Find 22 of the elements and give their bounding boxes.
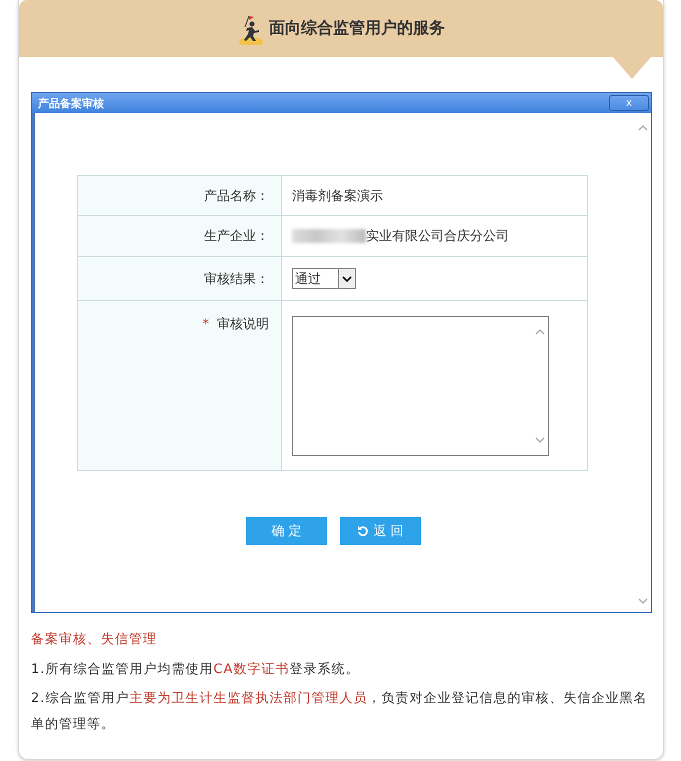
required-mark: * xyxy=(202,317,209,332)
field-label: 产品名称： xyxy=(204,188,269,204)
chevron-down-icon xyxy=(342,276,352,282)
field-label: 审核说明 xyxy=(217,316,269,333)
scroll-up-icon[interactable] xyxy=(535,328,545,334)
field-label: 审核结果： xyxy=(204,270,269,288)
confirm-button[interactable]: 确 定 xyxy=(246,517,327,545)
back-button[interactable]: 返 回 xyxy=(340,517,421,545)
field-label: 生产企业： xyxy=(204,228,269,245)
dialog-title: 产品备案审核 xyxy=(38,96,104,110)
refresh-icon xyxy=(357,525,370,537)
note-paragraph: 2.综合监管用户主要为卫生计生监督执法部门管理人员，负责对企业登记信息的审核、失信企业黑名单的管理等。 xyxy=(31,690,648,734)
close-button[interactable]: x xyxy=(609,95,649,111)
result-select[interactable]: 通过 xyxy=(292,268,356,289)
section-title: 面向综合监管用户的服务 xyxy=(269,18,445,39)
scroll-up-icon[interactable] xyxy=(638,125,648,131)
notes-heading: 备案审核、失信管理 xyxy=(31,631,158,649)
note-paragraph: 1.所有综合监管用户均需使用 CA数字证书登录系统。 xyxy=(31,661,360,679)
field-value: 消毒剂备案演示 xyxy=(292,188,383,204)
scroll-down-icon[interactable] xyxy=(535,436,545,442)
scroll-down-icon[interactable] xyxy=(638,598,648,604)
field-value: 实业有限公司合庆分公司 xyxy=(366,229,509,244)
